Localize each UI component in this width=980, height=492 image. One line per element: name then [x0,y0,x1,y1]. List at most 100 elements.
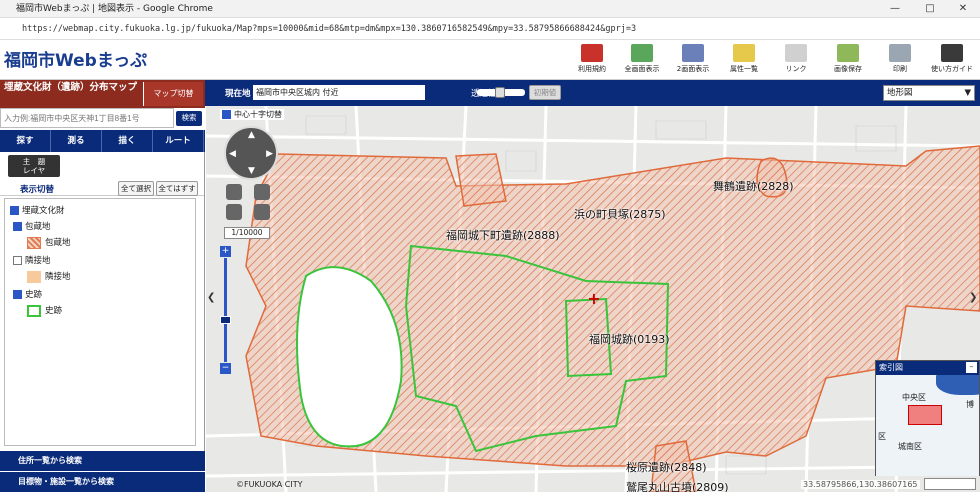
crosshair-toggle[interactable]: 中心十字切替 [220,109,284,120]
search-button[interactable]: 検索 [176,111,202,126]
fullscreen-icon [631,44,653,62]
theme-layer-label: 主 題 レイヤ [22,157,46,175]
zoom-slider[interactable]: + − [220,246,232,374]
clear-all-button[interactable]: 全てはずす [156,181,198,196]
guide-label: 使い方ガイド [931,65,973,73]
pan-left-icon[interactable]: ◀ [229,149,236,159]
link-button[interactable]: リンク [770,42,822,78]
checkbox-buried-cultural[interactable] [10,206,19,215]
layer-panel: 主 題 レイヤ 表示切替 全て選択 全てはずす 埋蔵文化財 包蔵地 包蔵地 隣接… [0,152,205,451]
label-joka-machi: 福岡城下町遺跡(2888) [446,229,560,242]
pan-down-icon[interactable]: ▼ [248,166,255,176]
nav-route[interactable]: ルート [153,130,204,152]
copyright: ©FUKUOKA CITY [236,480,303,489]
tool-nav: 探す 測る 描く ルート [0,130,205,152]
zoom-out-tool-icon[interactable] [254,184,270,200]
save-image-icon [837,44,859,62]
address-bar[interactable]: https://webmap.city.fukuoka.lg.jp/fukuok… [0,18,980,40]
map-switch-label: マップ切替 [153,89,194,98]
theme-layer-button[interactable]: 主 題 レイヤ [8,155,60,177]
address-list-label: 住所一覧から検索 [18,456,82,465]
zoom-handle[interactable] [220,316,231,324]
rules-button[interactable]: 利用規約 [566,42,618,78]
overview-map[interactable]: 索引図 – 中央区 城南区 区 博 [875,360,980,476]
current-location-field[interactable]: 福岡市中央区城内 付近 [253,85,425,100]
overview-extent[interactable] [908,405,942,425]
layer-buried-cultural[interactable]: 埋蔵文化財 [10,204,65,216]
map-switch-button[interactable]: マップ切替 [143,82,203,106]
basemap-select[interactable]: 地形図 ▼ [883,85,975,101]
layer-site-label: 包蔵地 [25,222,51,232]
overview-label-jonan: 城南区 [898,442,922,451]
nav-search[interactable]: 探す [0,130,51,152]
layer-buried-cultural-label: 埋蔵文化財 [22,206,65,216]
pan-control[interactable]: ▲ ▼ ◀ ▶ [224,126,278,180]
zoom-minus-button[interactable]: − [220,363,231,374]
reset-opacity-label: 初期値 [533,88,557,97]
attribute-list-button[interactable]: 属性一覧 [718,42,770,78]
app-logo[interactable]: 福岡市Webまっぷ [4,46,147,71]
nav-search-label: 探す [16,136,34,146]
layer-adjacent[interactable]: 隣接地 [13,254,51,266]
logo-text: 福岡市Webまっぷ [4,51,148,71]
dual-screen-button[interactable]: 2画面表示 [667,42,719,78]
guide-button[interactable]: 使い方ガイド [926,42,978,78]
map-toolbar: 現在地 福岡市中央区城内 付近 透過性 初期値 地形図▼ [205,80,980,106]
map-canvas[interactable]: + 舞鶴遺跡(2828) 浜の町貝塚(2875) 福岡城下町遺跡(2888) 福… [206,106,980,492]
save-image-button[interactable]: 画像保存 [822,42,874,78]
search-button-label: 検索 [181,113,197,122]
legend-adjacent: 隣接地 [27,270,71,283]
address-list-search[interactable]: 住所一覧から検索 [0,451,205,471]
display-switch-row: 表示切替 全て選択 全てはずす [0,180,204,196]
url-text: https://webmap.city.fukuoka.lg.jp/fukuok… [22,24,637,34]
zoom-plus-button[interactable]: + [220,246,231,257]
rotate-icon[interactable] [226,204,242,220]
overview-label-haka: 博 [966,400,974,409]
reset-opacity-button[interactable]: 初期値 [529,85,561,100]
layer-historic[interactable]: 史跡 [13,288,42,300]
layer-site[interactable]: 包蔵地 [13,220,51,232]
label-maizuru: 舞鶴遺跡(2828) [713,180,794,193]
pan-right-icon[interactable]: ▶ [266,149,273,159]
opacity-slider[interactable] [477,87,525,98]
checkbox-adjacent[interactable] [13,256,22,265]
crosshair-checkbox[interactable] [222,110,231,119]
overview-minimize-icon[interactable]: – [966,362,977,373]
zoom-box-icon[interactable] [254,204,270,220]
facility-list-label: 目標物・施設一覧から検索 [18,477,114,486]
window-title-bar: 福岡市Webまっぷ | 地図表示 - Google Chrome — □ ✕ [0,0,980,18]
search-input[interactable] [0,108,174,128]
nav-measure[interactable]: 測る [51,130,102,152]
dual-screen-label: 2画面表示 [676,65,710,73]
fullscreen-button[interactable]: 全画面表示 [616,42,668,78]
attribute-list-icon [733,44,755,62]
link-icon [785,44,807,62]
clear-all-label: 全てはずす [158,184,196,193]
close-icon[interactable]: ✕ [948,0,978,18]
center-crosshair-icon: + [587,289,600,308]
checkbox-historic[interactable] [13,290,22,299]
rules-label: 利用規約 [578,65,606,73]
coordinates: 33.58795866,130.38607165 [801,480,920,489]
site-polygon-hamanomachi[interactable] [455,153,507,207]
pan-up-icon[interactable]: ▲ [248,130,255,140]
print-button[interactable]: 印刷 [874,42,926,78]
map-title: 埋蔵文化財（遺跡）分布マップ [4,82,138,93]
overview-header: 索引図 – [876,361,979,375]
checkbox-site[interactable] [13,222,22,231]
collapse-left-icon[interactable]: ❮ [207,292,215,303]
select-all-button[interactable]: 全て選択 [118,181,154,196]
maximize-icon[interactable]: □ [915,0,945,18]
nav-draw[interactable]: 描く [102,130,153,152]
legend-site-label: 包蔵地 [45,238,71,248]
nav-route-label: ルート [165,136,191,146]
opacity-slider-handle[interactable] [495,87,505,98]
site-swatch [27,236,41,249]
print-label: 印刷 [893,65,907,73]
facility-list-search[interactable]: 目標物・施設一覧から検索 [0,472,205,492]
zoom-in-tool-icon[interactable] [226,184,242,200]
minimize-icon[interactable]: — [880,0,910,18]
expand-right-icon[interactable]: ❯ [969,292,977,303]
zoom-track[interactable] [224,258,227,362]
layer-adjacent-label: 隣接地 [25,256,51,266]
